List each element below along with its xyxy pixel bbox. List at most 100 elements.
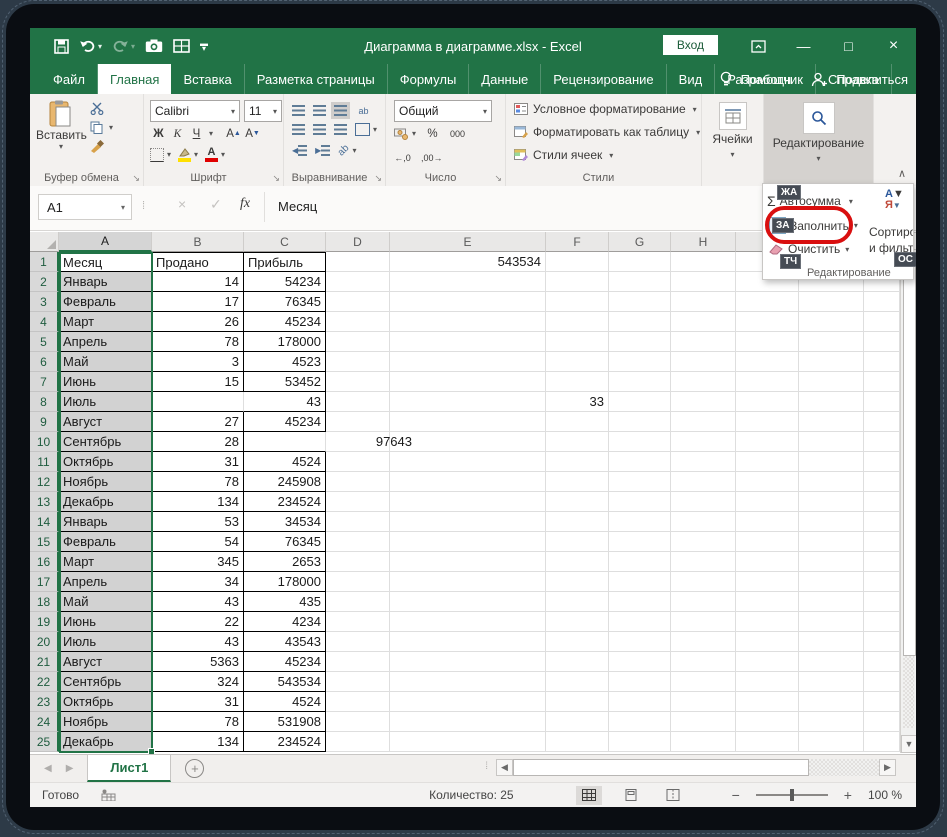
cell-E19[interactable] — [390, 612, 546, 632]
copy-icon[interactable]: ▾ — [90, 121, 113, 134]
row-header-14[interactable]: 14 — [30, 512, 59, 532]
tab-5[interactable]: Данные — [469, 64, 542, 94]
cell-J21[interactable] — [799, 652, 864, 672]
borders-icon[interactable]: ▾ — [150, 147, 171, 162]
cell-X25[interactable] — [864, 732, 900, 752]
cell-X9[interactable] — [864, 412, 900, 432]
cell-D18[interactable] — [326, 592, 390, 612]
cell-G9[interactable] — [609, 412, 671, 432]
cell-H15[interactable] — [671, 532, 736, 552]
cell-A25[interactable]: Декабрь — [59, 732, 152, 752]
align-left-icon[interactable] — [292, 124, 305, 135]
cell-D2[interactable] — [326, 272, 390, 292]
cell-B6[interactable]: 3 — [152, 352, 244, 372]
row-header-6[interactable]: 6 — [30, 352, 59, 372]
cell-X23[interactable] — [864, 692, 900, 712]
column-header-C[interactable]: C — [244, 232, 326, 252]
cell-C22[interactable]: 543534 — [244, 672, 326, 692]
currency-format-icon[interactable]: ▾ — [394, 128, 416, 140]
cell-D6[interactable] — [326, 352, 390, 372]
cell-F4[interactable] — [546, 312, 609, 332]
cell-A17[interactable]: Апрель — [59, 572, 152, 592]
close-button[interactable]: × — [871, 28, 916, 64]
cell-X12[interactable] — [864, 472, 900, 492]
cell-I16[interactable] — [736, 552, 799, 572]
scroll-down-icon[interactable]: ▼ — [901, 735, 916, 753]
cell-E14[interactable] — [390, 512, 546, 532]
cell-A13[interactable]: Декабрь — [59, 492, 152, 512]
cell-H25[interactable] — [671, 732, 736, 752]
cell-A24[interactable]: Ноябрь — [59, 712, 152, 732]
cell-B7[interactable]: 15 — [152, 372, 244, 392]
cell-X11[interactable] — [864, 452, 900, 472]
lightbulb-icon[interactable] — [719, 71, 733, 88]
undo-dropdown-arrow[interactable]: ▾ — [98, 42, 102, 51]
horizontal-scrollbar[interactable]: ◀ ▶ — [496, 759, 896, 776]
cell-H16[interactable] — [671, 552, 736, 572]
cell-H22[interactable] — [671, 672, 736, 692]
cell-X13[interactable] — [864, 492, 900, 512]
underline-dropdown-arrow[interactable]: ▾ — [209, 129, 213, 138]
decrease-indent-icon[interactable]: ◀ — [292, 145, 308, 156]
cell-B16[interactable]: 345 — [152, 552, 244, 572]
cell-H23[interactable] — [671, 692, 736, 712]
cell-E7[interactable] — [390, 372, 546, 392]
cell-C23[interactable]: 4524 — [244, 692, 326, 712]
cell-A14[interactable]: Январь — [59, 512, 152, 532]
cell-X7[interactable] — [864, 372, 900, 392]
cell-J13[interactable] — [799, 492, 864, 512]
cell-I18[interactable] — [736, 592, 799, 612]
cell-C4[interactable]: 45234 — [244, 312, 326, 332]
cell-G4[interactable] — [609, 312, 671, 332]
cell-E4[interactable] — [390, 312, 546, 332]
cell-B9[interactable]: 27 — [152, 412, 244, 432]
cell-I3[interactable] — [736, 292, 799, 312]
vertical-scrollbar[interactable]: ▲ ▼ — [900, 232, 916, 753]
row-header-3[interactable]: 3 — [30, 292, 59, 312]
cell-I4[interactable] — [736, 312, 799, 332]
cell-J6[interactable] — [799, 352, 864, 372]
redo-icon[interactable]: ▾ — [112, 39, 135, 53]
cell-G5[interactable] — [609, 332, 671, 352]
cell-J22[interactable] — [799, 672, 864, 692]
cell-I15[interactable] — [736, 532, 799, 552]
cell-E1[interactable]: 543534 — [390, 252, 546, 272]
cut-icon[interactable] — [90, 102, 113, 115]
cell-B18[interactable]: 43 — [152, 592, 244, 612]
column-header-F[interactable]: F — [546, 232, 609, 252]
cell-I7[interactable] — [736, 372, 799, 392]
cell-D17[interactable] — [326, 572, 390, 592]
cell-C21[interactable]: 45234 — [244, 652, 326, 672]
cell-H5[interactable] — [671, 332, 736, 352]
cell-F9[interactable] — [546, 412, 609, 432]
cell-I23[interactable] — [736, 692, 799, 712]
cell-E21[interactable] — [390, 652, 546, 672]
tab-0[interactable]: Файл — [40, 64, 98, 94]
cell-G2[interactable] — [609, 272, 671, 292]
cell-F24[interactable] — [546, 712, 609, 732]
cell-A19[interactable]: Июнь — [59, 612, 152, 632]
cell-B2[interactable]: 14 — [152, 272, 244, 292]
cell-D4[interactable] — [326, 312, 390, 332]
format-as-table-item[interactable]: Форматировать как таблицу — [533, 125, 689, 139]
row-header-5[interactable]: 5 — [30, 332, 59, 352]
cell-F7[interactable] — [546, 372, 609, 392]
zoom-out-icon[interactable]: − — [732, 787, 740, 803]
cell-B15[interactable]: 54 — [152, 532, 244, 552]
cell-A7[interactable]: Июнь — [59, 372, 152, 392]
row-header-8[interactable]: 8 — [30, 392, 59, 412]
cell-B24[interactable]: 78 — [152, 712, 244, 732]
cell-B19[interactable]: 22 — [152, 612, 244, 632]
align-middle-icon[interactable] — [313, 105, 326, 116]
cell-J24[interactable] — [799, 712, 864, 732]
cell-A10[interactable]: Сентябрь — [59, 432, 152, 452]
row-header-9[interactable]: 9 — [30, 412, 59, 432]
cell-X19[interactable] — [864, 612, 900, 632]
new-sheet-icon[interactable]: + — [185, 759, 205, 778]
ribbon-display-options-icon[interactable] — [736, 28, 781, 64]
cell-F17[interactable] — [546, 572, 609, 592]
cell-styles-item[interactable]: Стили ячеек — [533, 148, 602, 162]
cell-G19[interactable] — [609, 612, 671, 632]
cell-D9[interactable] — [326, 412, 390, 432]
paste-button[interactable]: Вставить ▾ — [36, 100, 87, 151]
